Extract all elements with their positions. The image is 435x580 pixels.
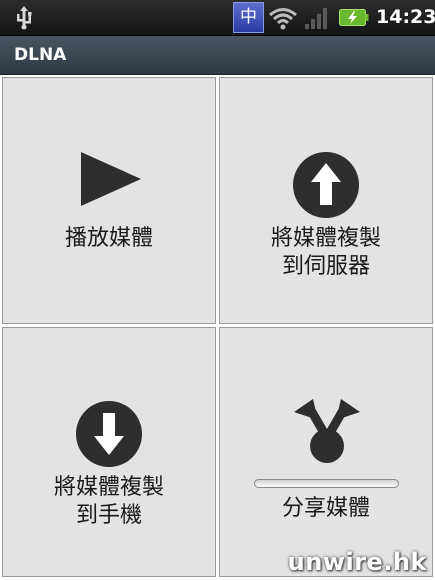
copy-to-phone-label-line1: 將媒體複製 — [53, 475, 164, 500]
clock-time: 14:23 — [376, 6, 435, 28]
title-bar: DLNA — [0, 36, 435, 75]
app-title: DLNA — [14, 45, 67, 65]
share-media-tile[interactable]: 分享媒體 — [219, 327, 433, 577]
copy-to-server-tile[interactable]: 將媒體複製 到伺服器 — [219, 77, 433, 324]
status-bar: 中 14:23 — [0, 0, 435, 36]
play-media-label: 播放媒體 — [64, 226, 153, 251]
action-grid: 播放媒體 將媒體複製 到伺服器 將媒體複製 到手機 分享媒體 — [0, 75, 435, 580]
copy-to-phone-label-line2: 到手機 — [75, 503, 142, 528]
copy-to-phone-tile[interactable]: 將媒體複製 到手機 — [2, 327, 216, 577]
watermark-text: unwire.hk — [287, 548, 427, 576]
share-icon — [294, 399, 360, 463]
wifi-icon — [269, 8, 297, 30]
copy-to-server-label-line1: 將媒體複製 — [270, 226, 381, 251]
usb-icon — [17, 6, 32, 30]
signal-icon — [305, 8, 327, 29]
share-progress-bar — [254, 479, 399, 488]
play-media-tile[interactable]: 播放媒體 — [2, 77, 216, 324]
download-arrow-icon — [76, 401, 142, 467]
play-icon — [81, 152, 141, 206]
upload-arrow-icon — [293, 152, 359, 218]
share-media-label: 分享媒體 — [281, 496, 370, 521]
battery-charging-icon — [339, 9, 369, 26]
input-method-icon: 中 — [233, 2, 264, 33]
copy-to-server-label-line2: 到伺服器 — [281, 254, 370, 279]
